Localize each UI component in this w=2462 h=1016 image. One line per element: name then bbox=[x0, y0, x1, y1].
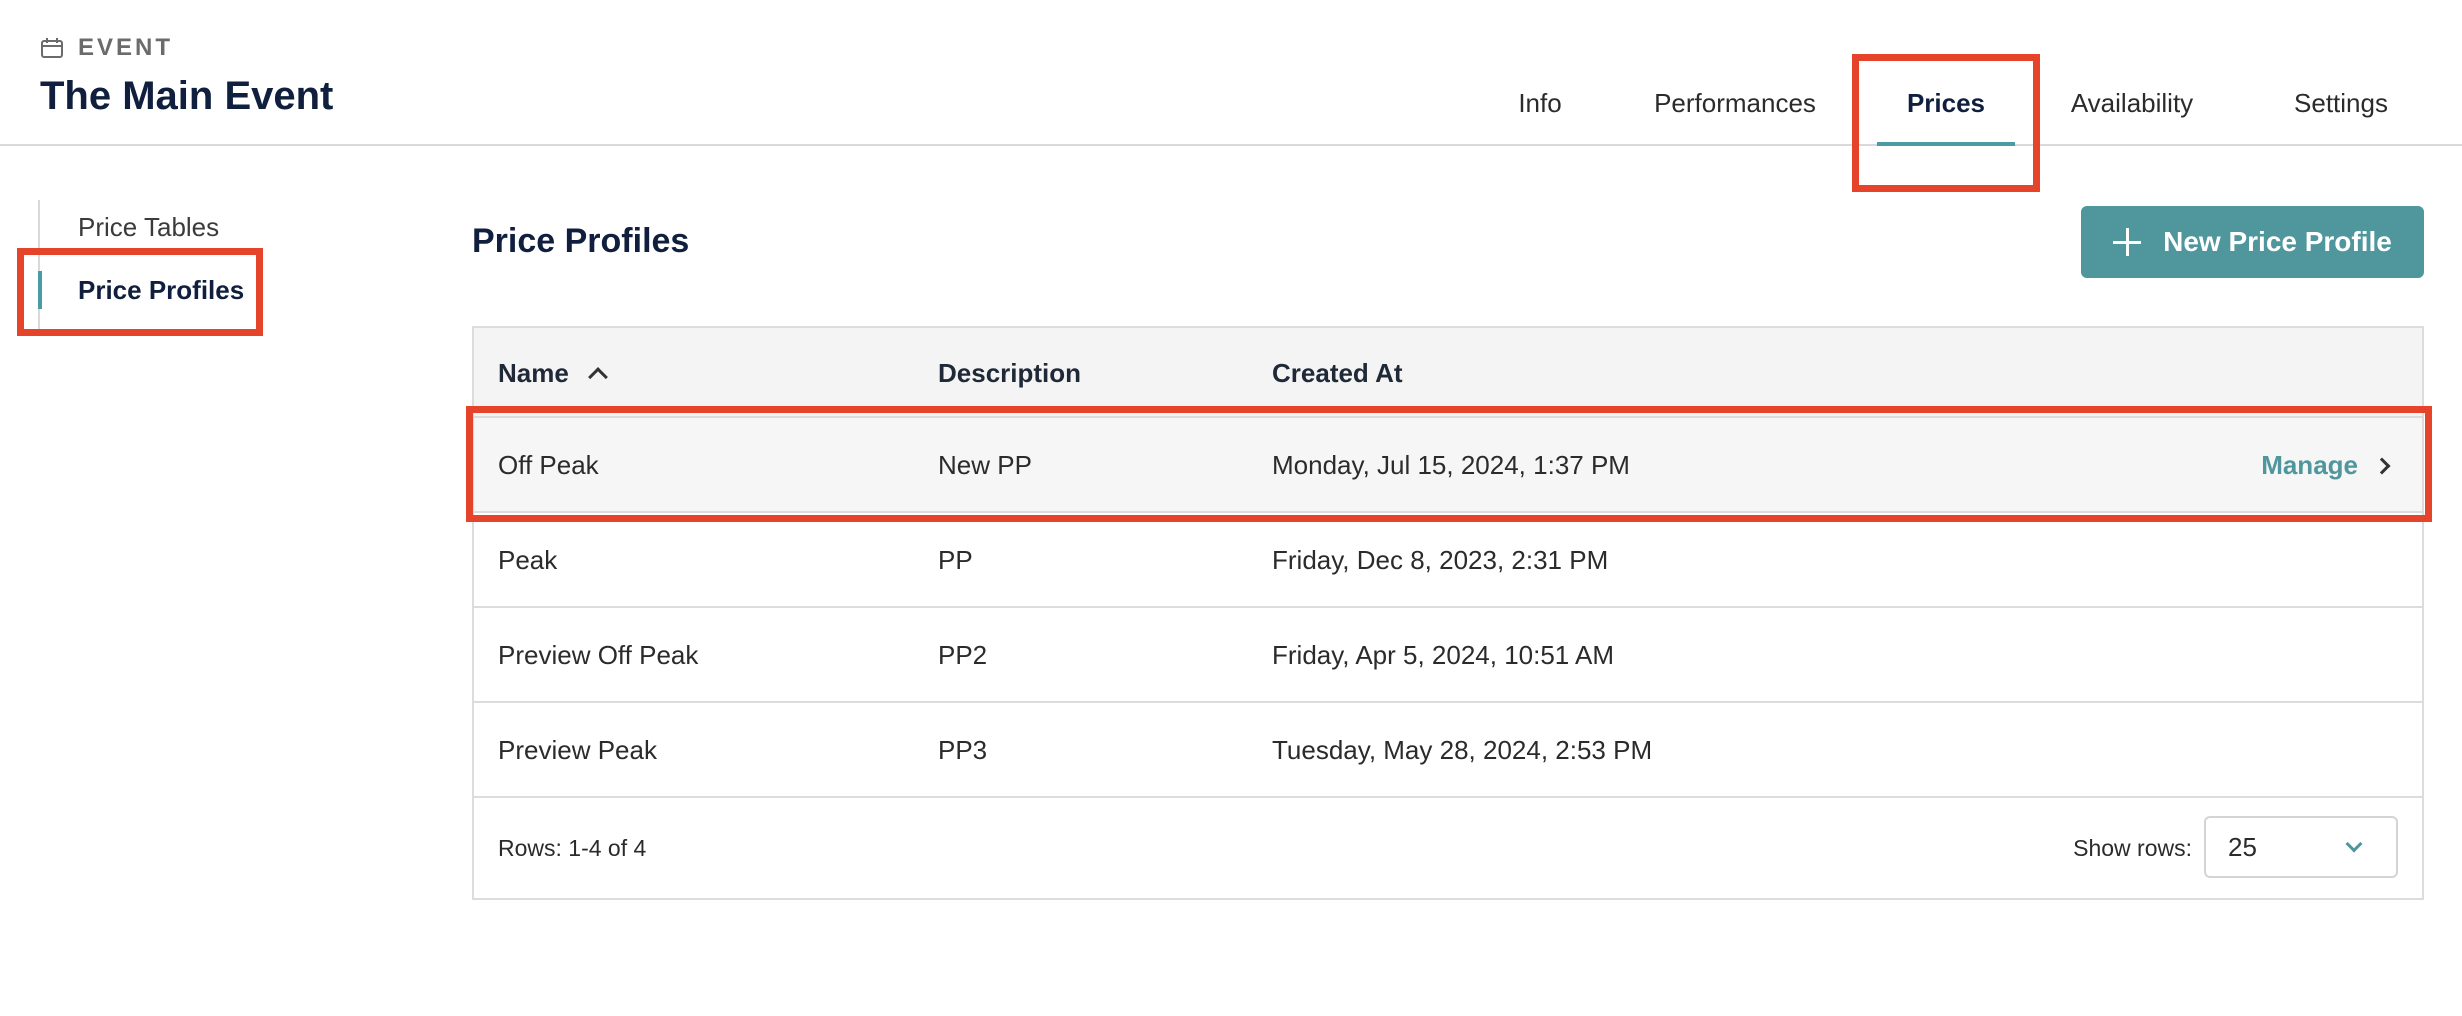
cell-created-at: Monday, Jul 15, 2024, 1:37 PM bbox=[1272, 450, 1630, 480]
column-header-label: Description bbox=[938, 357, 1082, 388]
page: EVENT The Main Event Info Performances P… bbox=[0, 0, 2462, 1016]
sidebar-item-label: Price Tables bbox=[78, 211, 220, 242]
chevron-right-icon bbox=[2373, 457, 2391, 474]
column-header-name[interactable]: Name bbox=[498, 328, 608, 418]
event-header: EVENT The Main Event Info Performances P… bbox=[0, 0, 2462, 146]
cell-name: Preview Off Peak bbox=[498, 640, 699, 670]
table-row[interactable]: Preview Off Peak PP2 Friday, Apr 5, 2024… bbox=[474, 608, 2422, 703]
calendar-icon bbox=[40, 37, 64, 59]
table-row[interactable]: Off Peak New PP Monday, Jul 15, 2024, 1:… bbox=[474, 418, 2422, 513]
tab-prices[interactable]: Prices bbox=[1877, 60, 2015, 146]
cell-description: PP bbox=[938, 545, 973, 575]
manage-label: Manage bbox=[2261, 450, 2358, 480]
cell-description: PP3 bbox=[938, 735, 988, 765]
price-profiles-table: Name Description Created At Off Peak New… bbox=[472, 326, 2424, 900]
tab-info[interactable]: Info bbox=[1505, 60, 1575, 146]
eyebrow: EVENT bbox=[40, 34, 173, 62]
cell-name: Off Peak bbox=[498, 450, 599, 480]
eyebrow-label: EVENT bbox=[78, 34, 174, 61]
table-row[interactable]: Peak PP Friday, Dec 8, 2023, 2:31 PM bbox=[474, 513, 2422, 608]
rows-count: Rows: 1-4 of 4 bbox=[498, 834, 647, 861]
show-rows-label: Show rows: bbox=[2073, 834, 2192, 861]
cell-description: New PP bbox=[938, 450, 1032, 480]
table-header: Name Description Created At bbox=[474, 328, 2422, 418]
cell-created-at: Friday, Dec 8, 2023, 2:31 PM bbox=[1272, 545, 1609, 575]
rows-per-page-select[interactable]: 25 bbox=[2204, 816, 2398, 878]
cell-description: PP2 bbox=[938, 640, 988, 670]
chevron-down-icon bbox=[2345, 835, 2363, 853]
sidebar-item-price-tables[interactable]: Price Tables bbox=[40, 200, 260, 254]
sidebar-item-price-profiles[interactable]: Price Profiles bbox=[38, 263, 260, 317]
rows-per-page-value: 25 bbox=[2228, 831, 2257, 862]
tab-availability[interactable]: Availability bbox=[2062, 60, 2202, 146]
column-header-description: Description bbox=[938, 328, 1081, 418]
cell-name: Preview Peak bbox=[498, 735, 657, 765]
plus-icon bbox=[2113, 228, 2142, 256]
manage-link[interactable]: Manage bbox=[2261, 418, 2391, 513]
tab-performances[interactable]: Performances bbox=[1650, 60, 1820, 146]
sidebar-item-label: Price Profiles bbox=[78, 274, 245, 305]
sidebar-nav: Price Tables Price Profiles bbox=[38, 200, 258, 334]
section-title: Price Profiles bbox=[472, 222, 690, 260]
column-header-label: Created At bbox=[1272, 357, 1403, 388]
table-footer: Rows: 1-4 of 4 Show rows: 25 bbox=[474, 798, 2422, 898]
cell-name: Peak bbox=[498, 545, 558, 575]
page-title: The Main Event bbox=[40, 74, 334, 118]
cell-created-at: Friday, Apr 5, 2024, 10:51 AM bbox=[1272, 640, 1615, 670]
column-header-created-at: Created At bbox=[1272, 328, 1403, 418]
sort-ascending-icon bbox=[587, 367, 608, 387]
new-price-profile-button[interactable]: New Price Profile bbox=[2081, 206, 2424, 278]
tab-settings[interactable]: Settings bbox=[2286, 60, 2396, 146]
cell-created-at: Tuesday, May 28, 2024, 2:53 PM bbox=[1272, 735, 1653, 765]
new-price-profile-label: New Price Profile bbox=[2163, 226, 2392, 257]
column-header-label: Name bbox=[498, 357, 569, 388]
table-row[interactable]: Preview Peak PP3 Tuesday, May 28, 2024, … bbox=[474, 703, 2422, 798]
